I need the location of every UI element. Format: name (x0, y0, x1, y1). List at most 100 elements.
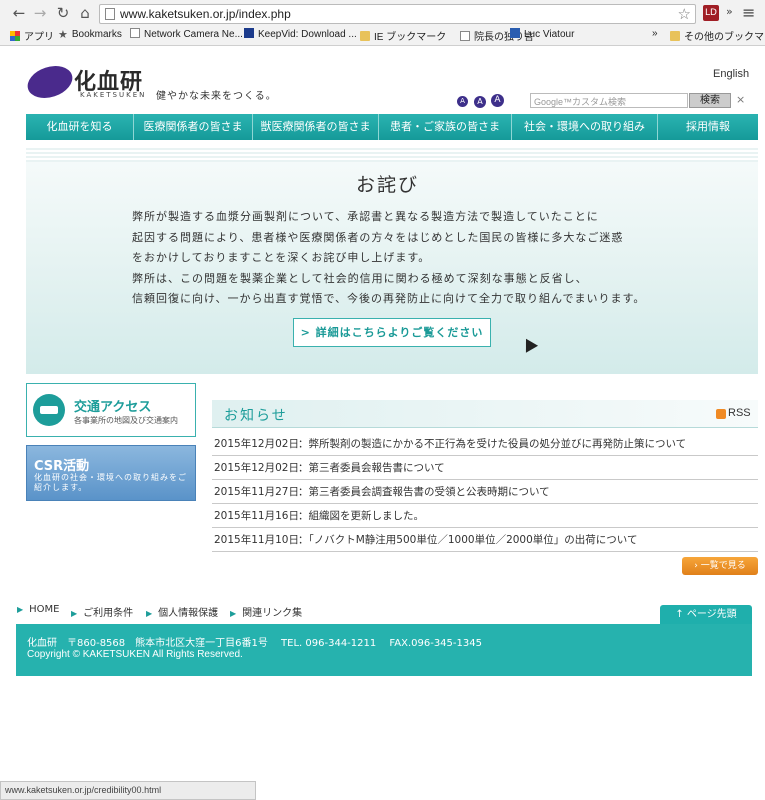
bookmark-label: Luc Viatour (524, 29, 575, 40)
home-icon[interactable]: ⌂ (76, 4, 94, 22)
bookmark-label: IE ブックマーク (374, 32, 447, 43)
logo-sub: KAKETSUKEN (80, 91, 147, 99)
footer-link-label: 関連リンク集 (242, 608, 303, 619)
news-date: 2015年11月27日 (214, 486, 299, 498)
triangle-icon: ▶ (230, 609, 237, 618)
extensions-chevron-icon[interactable]: » (726, 5, 733, 18)
bookmark-luc-viatour[interactable]: Luc Viatour (510, 28, 574, 40)
footer-link-label: ご利用条件 (83, 608, 134, 619)
news-text[interactable]: ：弊所製剤の製造にかかる不正行為を受けた役員の処分並びに再発防止策について (298, 432, 686, 455)
bookmark-bookmarks[interactable]: ★ Bookmarks (58, 28, 122, 41)
bookmarks-bar: アプリ ★ Bookmarks Network Camera Ne... Keep… (0, 27, 765, 45)
search-clear-icon[interactable]: × (736, 93, 745, 106)
news-date: 2015年11月10日 (214, 534, 299, 546)
bookmark-label: その他のブックマーク (684, 32, 765, 43)
access-banner[interactable]: 交通アクセス 各事業所の地図及び交通案内 (26, 383, 196, 437)
news-text[interactable]: ：第三者委員会調査報告書の受領と公表時期について (298, 480, 550, 503)
news-text[interactable]: ：第三者委員会報告書について (298, 456, 445, 479)
page-icon (130, 28, 140, 38)
car-icon (33, 394, 65, 426)
footer-link-privacy[interactable]: ▶ 個人情報保護 (146, 604, 218, 619)
rss-icon[interactable] (716, 409, 726, 419)
access-title: 交通アクセス (74, 400, 152, 415)
apology-line: 弊所が製造する血漿分画製剤について、承認書と異なる製造方法で製造していたことに (132, 210, 599, 223)
address-bar[interactable]: www.kaketsuken.or.jp/index.php ☆ (99, 4, 696, 24)
triangle-icon: ▶ (71, 609, 78, 618)
apology-line: 起因する問題により、患者様や医療関係者の方々をはじめとした国民の皆様に多大なご迷… (132, 231, 624, 244)
nav-csr[interactable]: 社会・環境への取り組み (512, 114, 658, 140)
menu-icon[interactable]: ≡ (742, 3, 755, 22)
csr-banner[interactable]: CSR活動 化血研の社会・環境への取り組みをご紹介します。 (26, 445, 196, 501)
kv-icon (244, 28, 254, 38)
news-list-label: 一覧で見る (700, 561, 746, 571)
apology-line: をおかけしておりますことを深くお詫び申し上げます。 (132, 251, 431, 264)
site-footer: 化血研 〒860-8568 熊本市北区大窪一丁目6番1号 TEL. 096-34… (16, 624, 752, 676)
status-bar: www.kaketsuken.or.jp/credibility00.html (0, 781, 256, 800)
news-title: お知らせ (224, 408, 288, 424)
news-item[interactable]: 2015年11月27日 ：第三者委員会調査報告書の受領と公表時期について (212, 480, 758, 504)
footer-copyright: Copyright © KAKETSUKEN All Rights Reserv… (27, 649, 243, 660)
folder-icon (670, 31, 680, 41)
page-icon (105, 8, 115, 20)
news-text[interactable]: ：組織図を更新しました。 (298, 504, 424, 527)
search-button[interactable]: 検索 (689, 93, 731, 108)
bookmark-other[interactable]: その他のブックマーク (670, 28, 765, 43)
detail-button[interactable]: > 詳細はこちらよりご覧ください (293, 318, 491, 347)
page-icon (460, 31, 470, 41)
font-size-large-button[interactable]: A (491, 94, 504, 107)
english-link[interactable]: English (713, 68, 749, 80)
banner-stripe (26, 148, 758, 162)
access-subtitle: 各事業所の地図及び交通案内 (74, 416, 178, 425)
browser-chrome: ← → ↻ ⌂ www.kaketsuken.or.jp/index.php ☆… (0, 0, 765, 46)
extension-icon[interactable]: LD (703, 5, 719, 21)
bookmark-ie-folder[interactable]: IE ブックマーク (360, 28, 446, 43)
apology-line: 信頼回復に向け、一から出直す覚悟で、今後の再発防止に向けて全力で取り組んでまいり… (132, 292, 646, 305)
triangle-icon: ▶ (17, 605, 24, 614)
footer-link-terms[interactable]: ▶ ご利用条件 (71, 604, 133, 619)
news-item[interactable]: 2015年12月02日 ：弊所製剤の製造にかかる不正行為を受けた役員の処分並びに… (212, 432, 758, 456)
browser-toolbar: ← → ↻ ⌂ www.kaketsuken.or.jp/index.php ☆… (0, 0, 765, 26)
tagline: 健やかな未来をつくる。 (156, 91, 277, 102)
url-text[interactable]: www.kaketsuken.or.jp/index.php (120, 7, 291, 21)
font-size-medium-button[interactable]: A (474, 96, 486, 108)
footer-link-label: HOME (29, 604, 60, 615)
csr-title: CSR活動 (34, 459, 90, 474)
bookmark-keepvid[interactable]: KeepVid: Download ... (244, 28, 357, 40)
bookmarks-overflow-chevron[interactable]: » (652, 28, 658, 39)
folder-icon (360, 31, 370, 41)
bookmark-label: Bookmarks (71, 29, 122, 40)
news-text[interactable]: ：「ノバクトM静注用500単位／1000単位／2000単位」の出荷について (298, 528, 637, 551)
logo-mark-icon[interactable] (23, 60, 77, 104)
apology-line: 弊所は、この問題を製薬企業として社会的信用に関わる極めて深刻な事態と反省し、 (132, 272, 588, 285)
bookmark-network-camera[interactable]: Network Camera Ne... (130, 28, 243, 40)
nav-patients[interactable]: 患者・ご家族の皆さま (379, 114, 512, 140)
apps-grid-icon (10, 31, 20, 41)
reload-icon[interactable]: ↻ (54, 4, 72, 22)
news-date: 2015年12月02日 (214, 438, 299, 450)
bookmark-label: KeepVid: Download ... (258, 29, 357, 40)
forward-icon[interactable]: → (31, 4, 49, 22)
bookmark-label: Network Camera Ne... (144, 29, 243, 40)
rss-link[interactable]: RSS (728, 407, 751, 419)
bookmark-star-icon[interactable]: ☆ (678, 5, 691, 23)
nav-veterinary[interactable]: 獣医療関係者の皆さま (253, 114, 379, 140)
news-item[interactable]: 2015年11月16日 ：組織図を更新しました。 (212, 504, 758, 528)
news-item[interactable]: 2015年12月02日 ：第三者委員会報告書について (212, 456, 758, 480)
footer-link-home[interactable]: ▶ HOME (17, 604, 60, 615)
font-size-small-button[interactable]: A (457, 96, 468, 107)
page-top-button[interactable]: ↑ ページ先頭 (660, 605, 752, 625)
nav-about[interactable]: 化血研を知る (26, 114, 134, 140)
csr-subtitle: 化血研の社会・環境への取り組みをご紹介します。 (34, 473, 187, 492)
bookmark-apps[interactable]: アプリ (10, 28, 54, 43)
news-item[interactable]: 2015年11月10日 ：「ノバクトM静注用500単位／1000単位／2000単… (212, 528, 758, 552)
footer-address: 化血研 〒860-8568 熊本市北区大窪一丁目6番1号 TEL. 096-34… (27, 638, 482, 649)
news-header: お知らせ RSS (212, 400, 758, 428)
star-icon: ★ (58, 29, 68, 41)
news-list-button[interactable]: › 一覧で見る (682, 557, 758, 575)
search-input[interactable]: Google™カスタム検索 (530, 93, 688, 108)
nav-recruit[interactable]: 採用情報 (658, 114, 758, 140)
pc-icon (510, 28, 520, 38)
back-icon[interactable]: ← (10, 4, 28, 22)
nav-medical[interactable]: 医療関係者の皆さま (134, 114, 253, 140)
footer-link-related[interactable]: ▶ 関連リンク集 (230, 604, 302, 619)
